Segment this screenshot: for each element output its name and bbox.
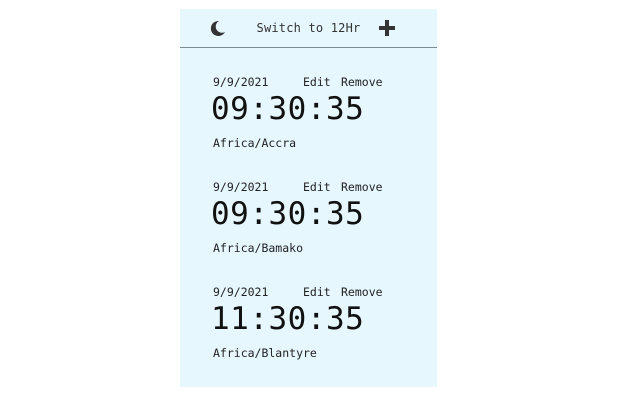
clock-date: 9/9/2021 xyxy=(213,75,269,89)
clock-card: 9/9/2021 Edit Remove 09:30:35 Africa/Acc… xyxy=(211,75,413,170)
clock-date: 9/9/2021 xyxy=(213,180,269,194)
edit-link[interactable]: Edit xyxy=(303,75,331,89)
edit-link[interactable]: Edit xyxy=(303,285,331,299)
edit-link[interactable]: Edit xyxy=(303,180,331,194)
clock-timezone: Africa/Blantyre xyxy=(213,346,317,360)
remove-link[interactable]: Remove xyxy=(341,285,383,299)
clock-time: 11:30:35 xyxy=(211,301,365,337)
clock-time: 09:30:35 xyxy=(211,91,365,127)
remove-link[interactable]: Remove xyxy=(341,75,383,89)
clock-timezone: Africa/Bamako xyxy=(213,241,304,255)
switch-12hr-button[interactable]: Switch to 12Hr xyxy=(180,21,437,35)
plus-icon[interactable] xyxy=(378,19,396,37)
clock-time: 09:30:35 xyxy=(211,196,365,232)
clock-panel: Switch to 12Hr 9/9/2021 Edit Remove 09:3… xyxy=(180,9,437,387)
clock-date: 9/9/2021 xyxy=(213,285,269,299)
toolbar: Switch to 12Hr xyxy=(180,9,437,48)
clock-timezone: Africa/Accra xyxy=(213,136,297,150)
clock-meta-row: 9/9/2021 Edit Remove xyxy=(213,75,413,91)
clock-meta-row: 9/9/2021 Edit Remove xyxy=(213,180,413,196)
remove-link[interactable]: Remove xyxy=(341,180,383,194)
clock-card: 9/9/2021 Edit Remove 09:30:35 Africa/Bam… xyxy=(211,180,413,275)
clock-card: 9/9/2021 Edit Remove 11:30:35 Africa/Bla… xyxy=(211,285,413,380)
clock-meta-row: 9/9/2021 Edit Remove xyxy=(213,285,413,301)
